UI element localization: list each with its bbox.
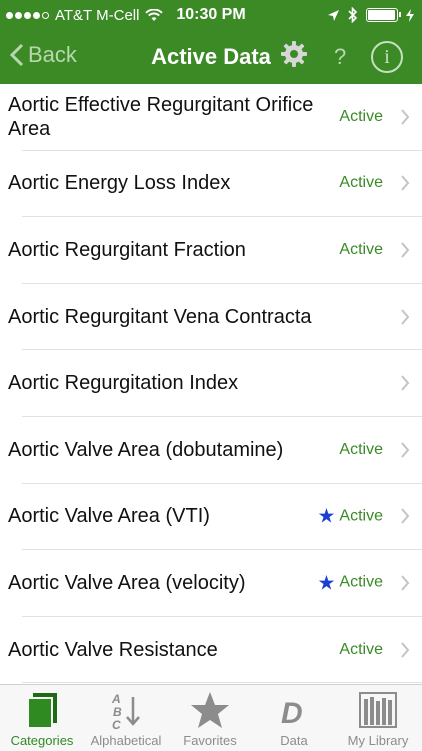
info-button[interactable]: i (371, 41, 403, 73)
battery-icon (366, 8, 401, 22)
list-item[interactable]: Aortic Valve Resistance Active (8, 617, 422, 684)
help-button[interactable]: ? (334, 44, 346, 70)
item-label: Aortic Regurgitation Index (8, 372, 239, 395)
categories-icon (27, 693, 57, 729)
list-item[interactable]: Aortic Energy Loss Index Active (8, 151, 422, 218)
status-badge: Active (339, 107, 383, 125)
chevron-right-icon (401, 575, 410, 591)
data-icon: D (281, 697, 303, 729)
tab-label: Alphabetical (90, 733, 162, 748)
tab-my-library[interactable]: My Library (336, 685, 420, 751)
tab-data[interactable]: D Data (252, 685, 336, 751)
list-item[interactable]: Aortic Valve Area (dobutamine) Active (8, 417, 422, 484)
tab-label: My Library (347, 733, 409, 748)
chevron-right-icon (401, 508, 410, 525)
status-badge: Active (339, 640, 383, 658)
status-icons (327, 7, 414, 23)
location-icon (328, 9, 339, 21)
charging-icon (406, 8, 414, 22)
tab-label: Categories (10, 733, 74, 748)
data-list: Aortic Effective Regurgitant Orifice Are… (0, 84, 422, 684)
chevron-right-icon (401, 641, 410, 658)
item-label: Aortic Valve Resistance (8, 638, 218, 661)
chevron-right-icon (401, 175, 410, 192)
chevron-right-icon (401, 242, 410, 258)
status-badge: ★ Active (317, 572, 383, 595)
item-label: Aortic Valve Area (VTI) (8, 505, 210, 528)
tab-alphabetical[interactable]: A B C Alphabetical (84, 685, 168, 751)
tab-label: Data (280, 733, 308, 748)
list-item[interactable]: Aortic Regurgitant Fraction Active (8, 217, 422, 284)
list-item[interactable]: Aortic Valve Area (VTI) ★ Active (8, 484, 422, 551)
svg-text:D: D (281, 697, 303, 729)
navigation-bar: Back Active Data ? i (0, 32, 422, 84)
favorite-star-icon: ★ (317, 572, 336, 595)
item-label: Aortic Energy Loss Index (8, 172, 231, 195)
chevron-right-icon (401, 308, 410, 325)
chevron-right-icon (401, 375, 410, 391)
page-title: Active Data (151, 44, 271, 69)
item-label: Aortic Effective Regurgitant Orifice Are… (8, 93, 314, 140)
favorite-star-icon: ★ (317, 505, 336, 528)
svg-text:B: B (113, 705, 122, 719)
svg-text:C: C (112, 718, 121, 731)
item-label: Aortic Regurgitant Vena Contracta (8, 305, 312, 328)
chevron-right-icon (401, 442, 410, 458)
list-item[interactable]: Aortic Effective Regurgitant Orifice Are… (8, 84, 422, 151)
status-badge: ★ Active (317, 505, 383, 528)
item-label: Aortic Regurgitant Fraction (8, 238, 246, 261)
status-badge: Active (339, 174, 383, 192)
item-label: Aortic Valve Area (velocity) (8, 571, 246, 594)
tab-bar: Categories A B C Alphabetical Favorites … (0, 684, 422, 751)
list-item[interactable]: Aortic Regurgitant Vena Contracta (8, 284, 422, 351)
library-icon (359, 692, 397, 728)
chevron-right-icon (401, 109, 410, 125)
tab-label: Favorites (183, 733, 237, 748)
gear-icon[interactable] (279, 39, 309, 69)
tab-categories[interactable]: Categories (0, 685, 84, 751)
tab-favorites[interactable]: Favorites (168, 685, 252, 751)
item-label: Aortic Valve Area (dobutamine) (8, 438, 284, 461)
list-item[interactable]: Aortic Regurgitation Index (8, 350, 422, 417)
status-badge: Active (339, 240, 383, 258)
alphabetical-icon: A B C (111, 692, 140, 731)
svg-text:A: A (111, 692, 121, 706)
status-badge: Active (339, 440, 383, 458)
list-item[interactable]: Aortic Valve Area (velocity) ★ Active (8, 550, 422, 617)
bluetooth-icon (348, 7, 358, 23)
star-icon (191, 692, 229, 728)
status-bar: AT&T M-Cell 10:30 PM (0, 0, 422, 32)
